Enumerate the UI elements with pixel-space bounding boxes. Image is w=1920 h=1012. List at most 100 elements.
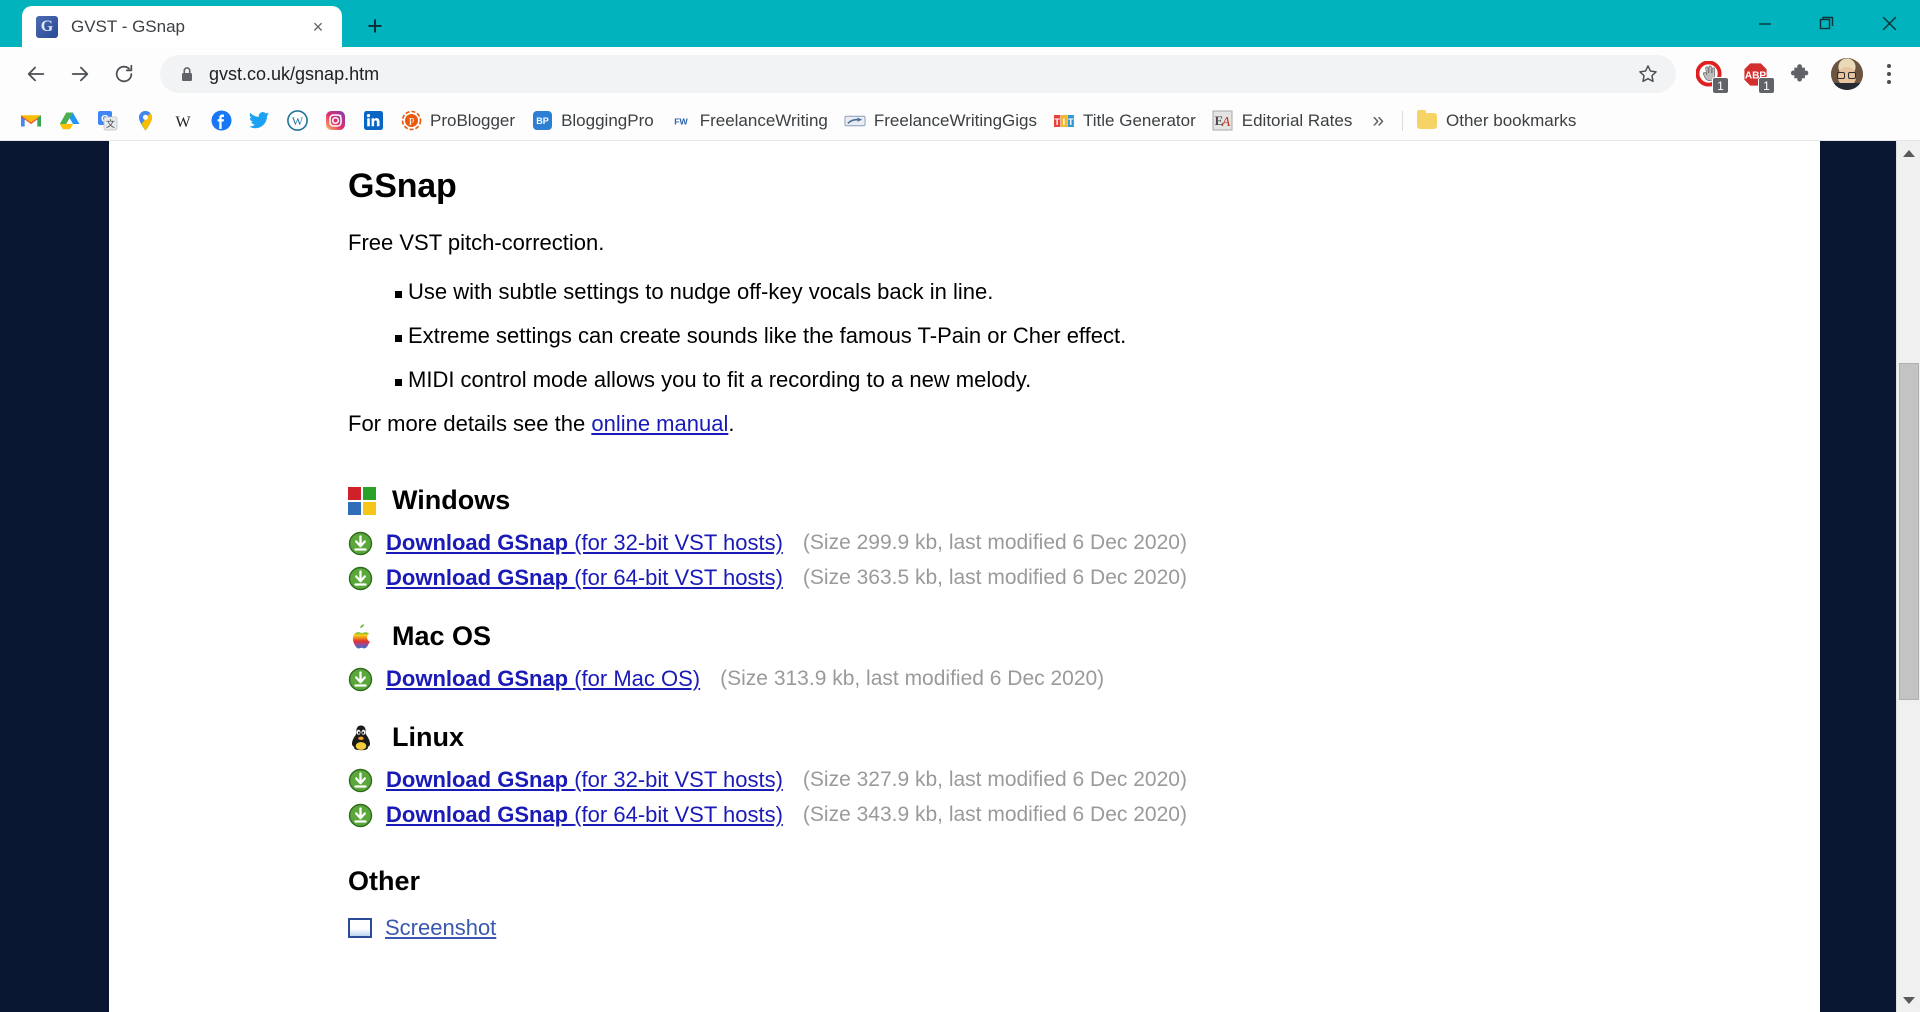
download-meta: (Size 299.9 kb, last modified 6 Dec 2020… xyxy=(802,531,1187,554)
bookmark-problogger[interactable]: P ProBlogger xyxy=(392,106,523,136)
bookmarks-bar: G 文 W xyxy=(0,101,1920,141)
google-translate-icon: G 文 xyxy=(96,110,118,132)
os-name: Windows xyxy=(392,485,511,515)
download-link-bold: Download GSnap xyxy=(386,802,575,827)
extension-badge: 1 xyxy=(1758,77,1775,94)
download-arrow-icon xyxy=(348,768,373,793)
bookmark-freelancewritinggigs[interactable]: FreelanceWritingGigs xyxy=(836,106,1045,136)
scrollbar-track[interactable] xyxy=(1897,165,1920,988)
download-link-sub: (for Mac OS) xyxy=(574,666,701,691)
page-content: GSnap Free VST pitch-correction. Use wit… xyxy=(109,141,1820,1012)
other-bookmarks-label: Other bookmarks xyxy=(1446,110,1577,130)
bookmark-wikipedia[interactable]: W xyxy=(164,106,202,136)
section-linux: Linux Download GSnap (for 32-bit VST hos… xyxy=(348,722,1820,828)
wikipedia-icon: W xyxy=(172,110,194,132)
scroll-up-icon[interactable] xyxy=(1897,141,1920,165)
close-tab-icon[interactable]: × xyxy=(306,15,330,39)
page-title: GSnap xyxy=(348,167,457,205)
bookmark-star-icon[interactable] xyxy=(1628,54,1668,94)
svg-text:BP: BP xyxy=(536,116,549,126)
bookmark-editorial-rates[interactable]: E A Editorial Rates xyxy=(1204,106,1361,136)
download-arrow-icon xyxy=(348,667,373,692)
stop-hand-extension-icon[interactable]: 1 xyxy=(1688,53,1730,95)
download-row: Download GSnap (for 32-bit VST hosts) (S… xyxy=(348,530,1820,556)
page-subtitle: Free VST pitch-correction. xyxy=(348,230,605,255)
download-link[interactable]: Download GSnap (for 32-bit VST hosts) xyxy=(386,530,783,556)
page-viewport: GSnap Free VST pitch-correction. Use wit… xyxy=(0,141,1920,1012)
forward-icon[interactable] xyxy=(58,52,102,96)
page-right-band xyxy=(1820,141,1896,1012)
bookmark-label: FreelanceWriting xyxy=(699,110,828,130)
screenshot-row: Screenshot xyxy=(348,915,1820,941)
restore-icon[interactable] xyxy=(1796,0,1858,47)
section-macos: Mac OS Download GSnap (for Mac OS) (Size… xyxy=(348,621,1820,692)
bookmark-google-maps[interactable] xyxy=(126,106,164,136)
back-icon[interactable] xyxy=(14,52,58,96)
reload-icon[interactable] xyxy=(102,52,146,96)
freelancewritinggigs-icon xyxy=(844,110,866,132)
download-link-sub: (for 64-bit VST hosts) xyxy=(574,802,783,827)
bookmark-bloggingpro[interactable]: BP BloggingPro xyxy=(523,106,662,136)
bookmark-gmail[interactable] xyxy=(12,106,50,136)
extensions-puzzle-icon[interactable] xyxy=(1780,53,1822,95)
download-link[interactable]: Download GSnap (for 64-bit VST hosts) xyxy=(386,802,783,828)
download-row: Download GSnap (for 64-bit VST hosts) (S… xyxy=(348,802,1820,828)
svg-text:P: P xyxy=(408,117,414,128)
browser-tab[interactable]: G GVST - GSnap × xyxy=(22,6,342,47)
download-link-sub: (for 64-bit VST hosts) xyxy=(574,565,783,590)
bloggingpro-icon: BP xyxy=(531,110,553,132)
download-arrow-icon xyxy=(348,531,373,556)
bookmark-google-translate[interactable]: G 文 xyxy=(88,106,126,136)
bookmark-wordpress[interactable]: W xyxy=(278,106,316,136)
google-maps-icon xyxy=(134,110,156,132)
online-manual-link[interactable]: online manual xyxy=(591,411,728,436)
bookmark-linkedin[interactable] xyxy=(354,106,392,136)
browser-toolbar: gvst.co.uk/gsnap.htm 1 ABP 1 xyxy=(0,47,1920,101)
bookmark-google-drive[interactable] xyxy=(50,106,88,136)
screenshot-icon xyxy=(348,918,372,938)
freelancewriting-icon: FW xyxy=(670,110,692,132)
download-link[interactable]: Download GSnap (for 32-bit VST hosts) xyxy=(386,767,783,793)
gvst-favicon: G xyxy=(36,15,58,38)
other-bookmarks-button[interactable]: Other bookmarks xyxy=(1409,109,1584,131)
avatar[interactable] xyxy=(1826,53,1868,95)
os-heading: Mac OS xyxy=(348,621,1820,652)
bookmark-twitter[interactable] xyxy=(240,106,278,136)
twitter-icon xyxy=(248,110,270,132)
close-window-icon[interactable] xyxy=(1858,0,1920,47)
other-heading: Other xyxy=(348,866,421,896)
download-link[interactable]: Download GSnap (for Mac OS) xyxy=(386,666,700,692)
folder-icon xyxy=(1417,109,1438,129)
url-text[interactable]: gvst.co.uk/gsnap.htm xyxy=(209,64,1628,85)
bookmark-instagram[interactable] xyxy=(316,106,354,136)
window-controls xyxy=(1734,0,1920,47)
bookmarks-overflow-icon[interactable]: » xyxy=(1360,109,1396,133)
download-link-bold: Download GSnap xyxy=(386,565,575,590)
download-link-sub: (for 32-bit VST hosts) xyxy=(574,530,783,555)
bookmark-label: Editorial Rates xyxy=(1241,110,1353,130)
adblock-plus-extension-icon[interactable]: ABP 1 xyxy=(1734,53,1776,95)
tab-title: GVST - GSnap xyxy=(71,16,186,36)
section-other: Other Screenshot xyxy=(348,866,1820,941)
extension-icons: 1 ABP 1 xyxy=(1688,53,1906,95)
wordpress-icon: W xyxy=(286,110,308,132)
scroll-down-icon[interactable] xyxy=(1897,988,1920,1012)
chrome-menu-icon[interactable] xyxy=(1872,64,1906,84)
bookmark-title-generator[interactable]: T I T Title Generator xyxy=(1045,106,1204,136)
lock-icon xyxy=(178,66,195,82)
svg-text:W: W xyxy=(291,114,303,128)
bookmark-label: BloggingPro xyxy=(561,110,654,130)
download-link[interactable]: Download GSnap (for 64-bit VST hosts) xyxy=(386,565,783,591)
screenshot-link[interactable]: Screenshot xyxy=(385,915,496,941)
section-windows: Windows Download GSnap (for 32-bit VST h… xyxy=(348,485,1820,591)
address-bar[interactable]: gvst.co.uk/gsnap.htm xyxy=(160,55,1676,93)
list-item: Use with subtle settings to nudge off-ke… xyxy=(348,279,1820,305)
bookmark-freelancewriting[interactable]: FW FreelanceWriting xyxy=(662,106,836,136)
minimize-icon[interactable] xyxy=(1734,0,1796,47)
page-scrollbar[interactable] xyxy=(1896,141,1920,1012)
feature-list: Use with subtle settings to nudge off-ke… xyxy=(348,279,1820,393)
scrollbar-thumb[interactable] xyxy=(1898,362,1919,700)
os-name: Linux xyxy=(392,722,464,752)
bookmark-facebook[interactable] xyxy=(202,106,240,136)
new-tab-button[interactable]: + xyxy=(358,9,392,43)
